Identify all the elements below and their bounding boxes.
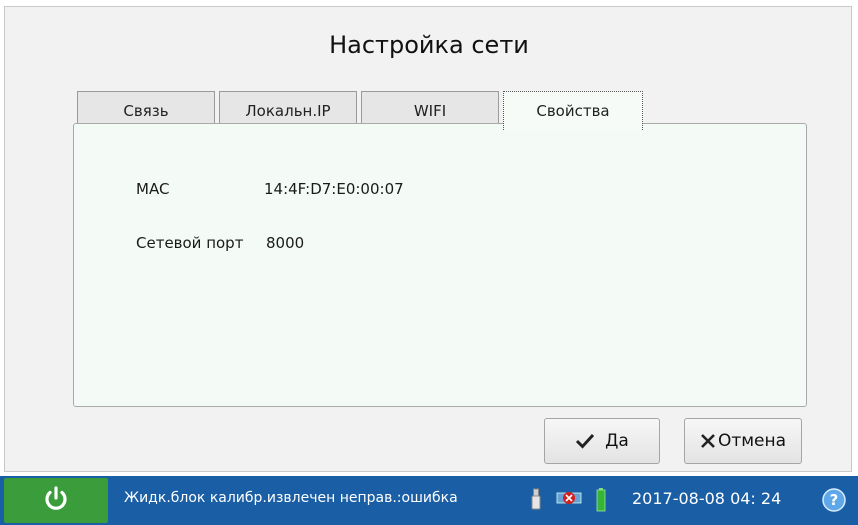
status-bar: Жидк.блок калибр.извлечен неправ.:ошибка…	[0, 476, 858, 525]
network-settings-window: Настройка сети Связь Локальн.IP WIFI Сво…	[4, 6, 852, 472]
port-value: 8000	[266, 234, 305, 252]
ok-button[interactable]: Да	[544, 418, 660, 464]
ok-button-label: Да	[605, 431, 629, 451]
check-icon	[575, 432, 595, 450]
help-icon[interactable]: ?	[822, 488, 846, 516]
datetime: 2017-08-08 04: 24	[632, 489, 782, 508]
power-icon	[42, 485, 70, 517]
mac-value: 14:4F:D7:E0:00:07	[264, 180, 404, 198]
power-button[interactable]	[4, 478, 108, 523]
status-message: Жидк.блок калибр.извлечен неправ.:ошибка	[124, 490, 458, 506]
page-title: Настройка сети	[329, 31, 529, 59]
properties-panel: MAC 14:4F:D7:E0:00:07 Сетевой порт 8000	[73, 123, 807, 407]
cancel-button-label: Отмена	[717, 431, 787, 451]
usb-icon	[530, 488, 542, 514]
tab-properties[interactable]: Свойства	[503, 91, 643, 130]
port-label: Сетевой порт	[136, 234, 244, 252]
network-error-icon	[556, 488, 582, 514]
battery-icon	[596, 488, 606, 516]
mac-label: MAC	[136, 180, 170, 198]
close-icon	[700, 433, 716, 449]
cancel-button[interactable]: Отмена	[684, 418, 802, 464]
svg-text:?: ?	[830, 491, 839, 509]
